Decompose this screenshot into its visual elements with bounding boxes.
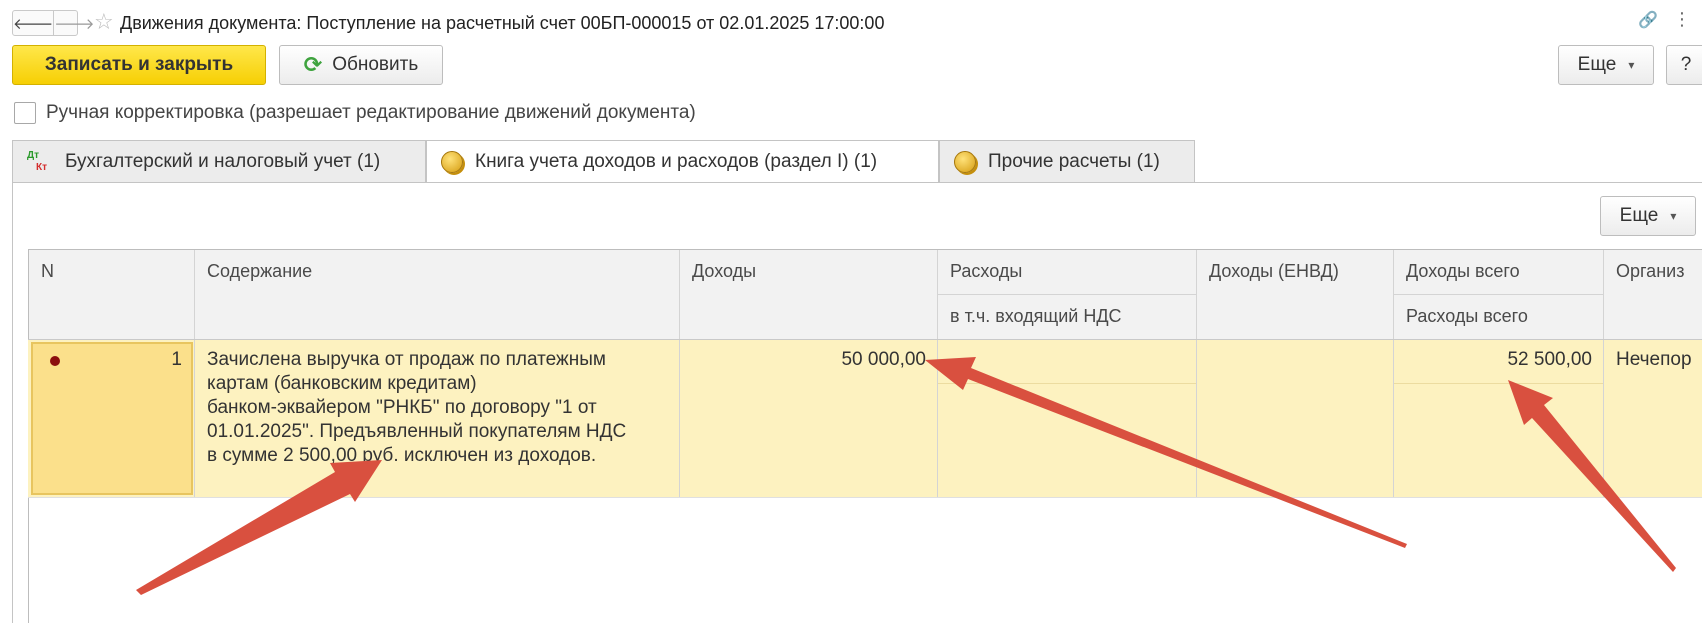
annotation-arrow-content bbox=[136, 460, 382, 595]
annotation-arrows bbox=[136, 357, 1676, 595]
annotation-arrow-income-total bbox=[1508, 380, 1676, 572]
annotation-arrow-income bbox=[925, 357, 1407, 548]
